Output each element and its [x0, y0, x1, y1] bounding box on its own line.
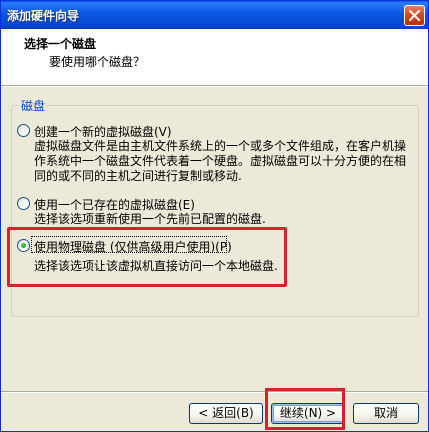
option-use-existing-disk-description: 选择该选项重新使用一个先前已配置的磁盘. [34, 212, 266, 227]
page-subtitle: 要使用哪个磁盘？ [49, 55, 146, 69]
radio-create-new-disk[interactable] [17, 124, 30, 137]
close-button[interactable] [404, 5, 425, 26]
cancel-button[interactable]: 取消 [353, 403, 419, 424]
option-create-new-disk-label[interactable]: 创建一个新的虚拟磁盘(V) [34, 123, 172, 140]
back-button[interactable]: < 返回(B) [189, 403, 263, 424]
wizard-header: 选择一个磁盘 要使用哪个磁盘？ [1, 29, 428, 85]
option-create-new-disk-description: 虚拟磁盘文件是由主机文件系统上的一个或多个文件组成，在客户机操 作系统中一个磁盘… [34, 139, 406, 184]
option-use-existing-disk-label[interactable]: 使用一个已存在的虚拟磁盘(E) [34, 196, 195, 213]
description-line: 作系统中一个磁盘文件代表着一个硬盘。虚拟磁盘可以十分方便的在相 [34, 154, 407, 168]
annotation-highlight-next [265, 388, 345, 430]
annotation-highlight-option [7, 227, 287, 287]
window-title: 添加硬件向导 [7, 9, 80, 23]
wizard-window: 添加硬件向导 选择一个磁盘 要使用哪个磁盘？ 磁盘 创建一个新的虚拟磁盘(V) … [0, 0, 429, 432]
description-line: 选择该选项重新使用一个先前已配置的磁盘. [34, 212, 266, 226]
close-icon [409, 10, 420, 21]
footer-divider [1, 391, 428, 393]
header-divider [1, 85, 428, 87]
title-bar[interactable]: 添加硬件向导 [1, 1, 428, 29]
page-title: 选择一个磁盘 [24, 37, 97, 51]
disk-group-label: 磁盘 [19, 97, 48, 114]
radio-use-existing-disk[interactable] [17, 197, 30, 210]
description-line: 同的或不同的主机之间进行复制或移动. [34, 169, 242, 183]
description-line: 虚拟磁盘文件是由主机文件系统上的一个或多个文件组成，在客户机操 [34, 139, 407, 153]
